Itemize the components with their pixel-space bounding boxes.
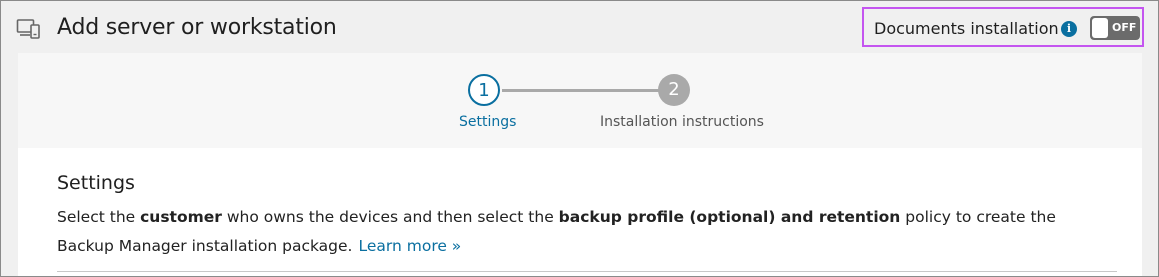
- toggle-knob: [1092, 18, 1108, 38]
- main-panel: 1 2 Settings Installation instructions S…: [18, 53, 1142, 276]
- step-connector: [502, 89, 676, 92]
- desc-text: who owns the devices and then select the: [221, 208, 559, 226]
- wizard-stepper: 1 2 Settings Installation instructions: [18, 53, 1142, 148]
- documents-installation-panel: Documents installation i OFF: [862, 7, 1144, 47]
- settings-description: Select the customer who owns the devices…: [57, 203, 1117, 261]
- devices-icon: [16, 18, 42, 40]
- page-header: Add server or workstation Documents inst…: [1, 1, 1158, 53]
- step-1-indicator[interactable]: 1: [468, 74, 500, 106]
- page-title: Add server or workstation: [57, 15, 337, 40]
- desc-customer: customer: [140, 208, 222, 226]
- step-2-indicator[interactable]: 2: [658, 74, 690, 106]
- documents-installation-toggle[interactable]: OFF: [1090, 16, 1140, 40]
- toggle-state-text: OFF: [1112, 21, 1137, 34]
- learn-more-link[interactable]: Learn more »: [358, 237, 461, 255]
- documents-installation-label: Documents installation: [874, 19, 1059, 38]
- desc-backup-profile: backup profile (optional) and retention: [558, 208, 901, 226]
- page-frame: Add server or workstation Documents inst…: [0, 0, 1159, 277]
- info-icon[interactable]: i: [1061, 21, 1077, 37]
- desc-text: Select the: [57, 208, 141, 226]
- step-2-label[interactable]: Installation instructions: [600, 114, 764, 130]
- settings-section: Settings Select the customer who owns th…: [18, 148, 1142, 276]
- step-1-label[interactable]: Settings: [459, 114, 516, 130]
- divider: [57, 271, 1117, 272]
- section-title: Settings: [57, 172, 135, 194]
